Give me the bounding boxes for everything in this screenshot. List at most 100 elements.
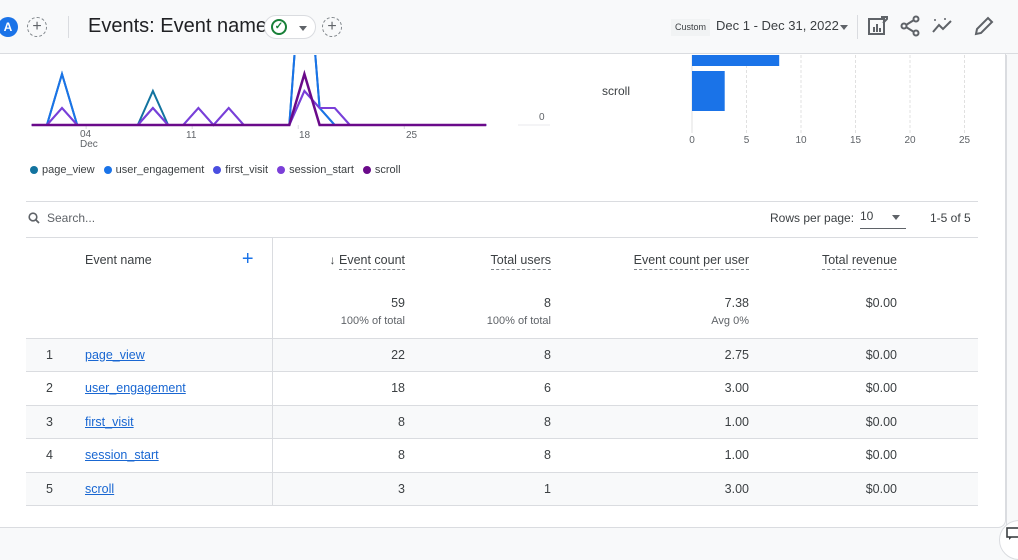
customize-report-icon[interactable] xyxy=(866,14,890,38)
y-axis-tick: 0 xyxy=(539,112,545,123)
add-filter-icon[interactable]: + xyxy=(322,17,342,37)
event-name-link[interactable]: first_visit xyxy=(85,415,134,429)
revenue-cell: $0.00 xyxy=(749,471,897,506)
date-range-picker[interactable]: Dec 1 - Dec 31, 2022 xyxy=(716,18,839,33)
revenue-cell: $0.00 xyxy=(749,337,897,372)
bar-category-label: scroll xyxy=(602,84,630,98)
total-users-cell: 6 xyxy=(405,371,551,405)
report-header: A + Events: Event name ✓ + Custom Dec 1 … xyxy=(0,0,1018,54)
column-header-event-count-per-user[interactable]: Event count per user xyxy=(551,238,749,282)
x-axis-tick: 5 xyxy=(744,135,750,146)
add-dimension-icon[interactable]: + xyxy=(242,248,254,271)
x-axis-tick: 15 xyxy=(850,135,862,146)
page-title: Events: Event name xyxy=(88,15,267,37)
x-axis-tick: 25 xyxy=(959,135,971,146)
legend-dot xyxy=(213,166,222,174)
events-table: Event name + ↓ Event count Total users E… xyxy=(26,238,978,506)
date-custom-badge: Custom xyxy=(671,19,711,36)
share-icon[interactable] xyxy=(898,14,922,38)
series-line-scroll xyxy=(31,69,487,127)
x-axis-tick: 11 xyxy=(186,130,197,141)
table-row: 1 page_view 22 8 2.75 $0.00 xyxy=(26,337,978,372)
table-search[interactable]: Search... xyxy=(28,211,95,225)
bar-session_start xyxy=(692,55,780,66)
divider xyxy=(26,201,978,202)
revenue-cell: $0.00 xyxy=(749,371,897,405)
rows-per-page-select[interactable]: 10 xyxy=(860,209,906,229)
divider xyxy=(68,16,69,38)
bar-chart: 0 5 10 15 20 25 scroll xyxy=(602,55,971,146)
legend-item[interactable]: scroll xyxy=(362,164,401,176)
revenue-cell: $0.00 xyxy=(749,404,897,439)
per-user-cell: 3.00 xyxy=(551,471,749,506)
event-count-cell: 8 xyxy=(272,404,405,439)
series-line-session_start xyxy=(31,89,487,127)
row-index: 2 xyxy=(46,381,53,396)
date-dropdown-icon[interactable] xyxy=(840,25,848,30)
add-comparison-icon[interactable]: + xyxy=(27,17,47,37)
column-header-event-name[interactable]: Event name + xyxy=(26,238,273,282)
total-users-cell: 8 xyxy=(405,438,551,472)
x-axis-tick: 25 xyxy=(406,130,418,141)
per-user-cell: 1.00 xyxy=(551,438,749,472)
table-row: 2 user_engagement 18 6 3.00 $0.00 xyxy=(26,371,978,405)
event-name-link[interactable]: page_view xyxy=(85,348,145,362)
divider xyxy=(857,15,858,39)
chevron-down-icon xyxy=(892,215,900,220)
bar-scroll xyxy=(692,71,725,111)
x-axis-tick: 0 xyxy=(689,135,695,146)
series-line-page_view xyxy=(31,55,487,126)
x-axis-tick: 04 Dec xyxy=(80,129,98,150)
check-circle-icon: ✓ xyxy=(271,19,287,35)
table-row: 3 first_visit 8 8 1.00 $0.00 xyxy=(26,404,978,439)
row-index: 1 xyxy=(46,347,53,362)
x-axis-tick: 10 xyxy=(795,135,807,146)
filter-status-chip[interactable]: ✓ xyxy=(264,15,316,39)
series-line-user_engagement xyxy=(31,55,487,126)
totals-row: 59 100% of total 8 100% of total 7.38 Avg 0… xyxy=(26,282,978,338)
series-line-first_visit xyxy=(31,89,487,127)
edit-icon[interactable] xyxy=(972,14,996,38)
column-header-total-users[interactable]: Total users xyxy=(405,238,551,282)
total-users-cell: 1 xyxy=(405,471,551,506)
rows-per-page-label: Rows per page: xyxy=(770,211,855,225)
insights-icon[interactable] xyxy=(930,14,954,38)
x-axis-tick: 20 xyxy=(904,135,916,146)
chart-legend: page_view user_engagement first_visit se… xyxy=(30,164,401,176)
total-users-cell: 8 xyxy=(405,404,551,439)
event-name-link[interactable]: session_start xyxy=(85,448,159,462)
column-header-event-count[interactable]: ↓ Event count xyxy=(272,238,405,282)
event-count-cell: 18 xyxy=(272,371,405,405)
event-count-cell: 8 xyxy=(272,438,405,472)
legend-dot xyxy=(30,166,38,174)
total-users-cell: 8 xyxy=(405,337,551,372)
search-input[interactable]: Search... xyxy=(47,211,95,225)
per-user-cell: 3.00 xyxy=(551,371,749,405)
legend-dot xyxy=(362,166,371,174)
chevron-down-icon xyxy=(299,26,307,31)
event-name-link[interactable]: user_engagement xyxy=(85,381,186,395)
search-icon xyxy=(28,212,40,224)
event-count-cell: 3 xyxy=(272,471,405,506)
row-index: 4 xyxy=(46,448,53,463)
legend-item[interactable]: page_view xyxy=(30,164,95,176)
revenue-cell: $0.00 xyxy=(749,438,897,472)
feedback-icon xyxy=(1006,527,1018,540)
event-count-cell: 22 xyxy=(272,337,405,372)
legend-dot xyxy=(277,166,286,174)
legend-item[interactable]: session_start xyxy=(277,164,354,176)
pagination-status: 1-5 of 5 xyxy=(930,211,971,225)
legend-item[interactable]: first_visit xyxy=(213,164,268,176)
card-edge xyxy=(1006,55,1007,528)
row-index: 3 xyxy=(46,414,53,429)
comparison-avatar[interactable]: A xyxy=(0,17,18,37)
x-axis-tick: 18 xyxy=(299,130,311,141)
per-user-cell: 2.75 xyxy=(551,337,749,372)
legend-dot xyxy=(103,166,112,174)
legend-item[interactable]: user_engagement xyxy=(103,164,204,176)
table-row: 5 scroll 3 1 3.00 $0.00 xyxy=(26,471,978,506)
event-name-link[interactable]: scroll xyxy=(85,482,114,496)
per-user-cell: 1.00 xyxy=(551,404,749,439)
table-row: 4 session_start 8 8 1.00 $0.00 xyxy=(26,438,978,472)
column-header-total-revenue[interactable]: Total revenue xyxy=(749,238,897,282)
